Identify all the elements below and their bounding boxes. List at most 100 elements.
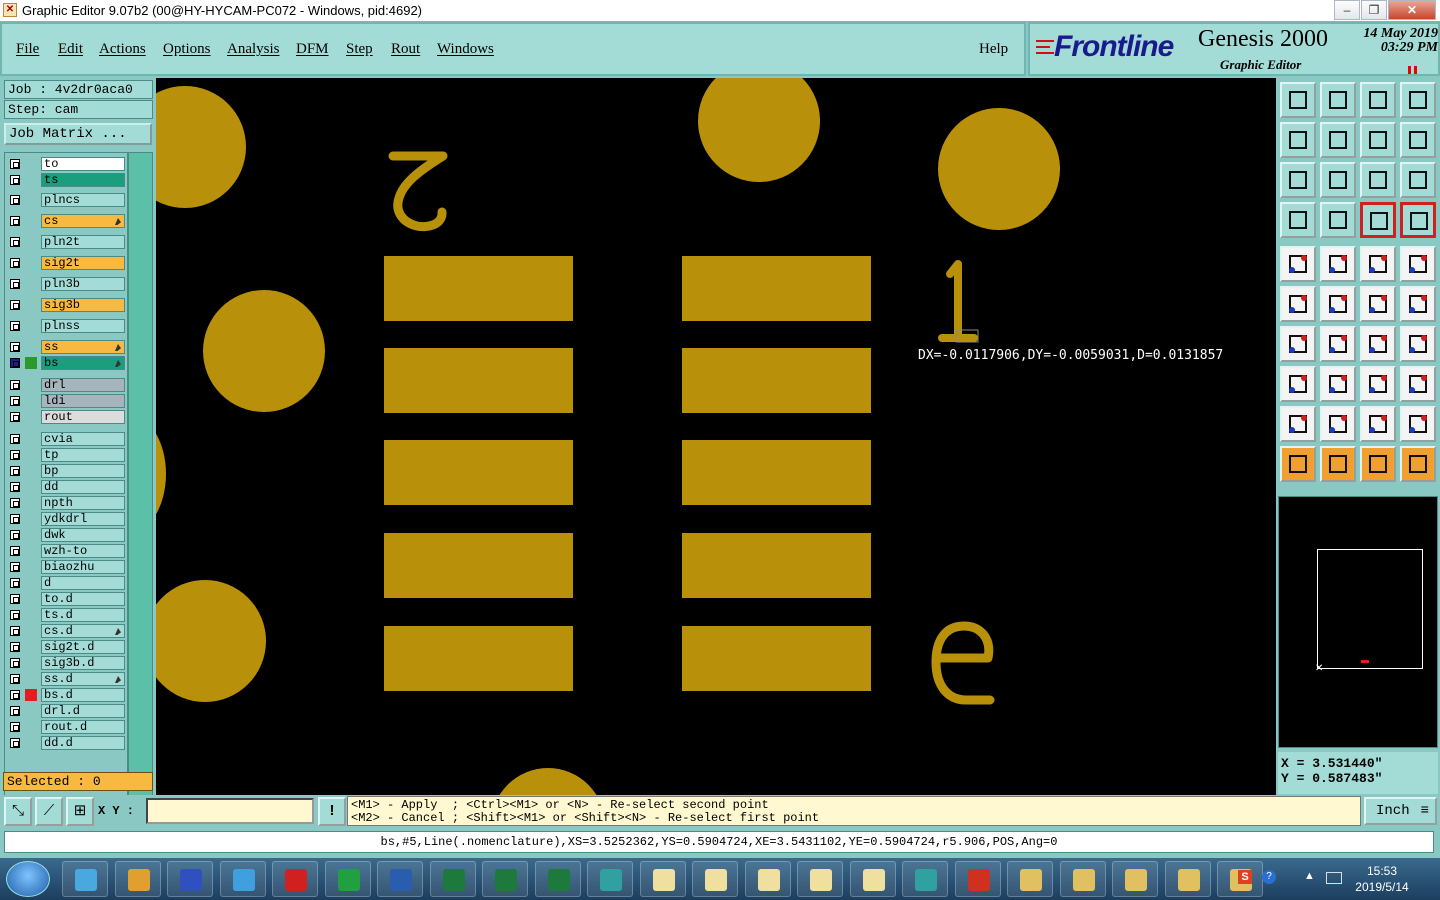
feature-select-icon[interactable]	[1360, 202, 1396, 238]
layer-row-bs-d[interactable]: bs.d	[7, 688, 127, 702]
layer-row-cs[interactable]: cs	[7, 214, 127, 228]
layer-row-dd[interactable]: dd	[7, 480, 127, 494]
layer-checkbox[interactable]	[10, 674, 20, 684]
layer-row-ss[interactable]: ss	[7, 340, 127, 354]
flip-icon[interactable]	[1400, 326, 1436, 362]
pause-icon[interactable]	[1408, 66, 1418, 74]
layer-row-ts-d[interactable]: ts.d	[7, 608, 127, 622]
layer-name[interactable]: tp	[41, 448, 125, 462]
zoom-fit-icon[interactable]: ⤡	[4, 797, 32, 826]
layer-checkbox[interactable]	[10, 434, 20, 444]
menu-options[interactable]: Options	[163, 41, 211, 58]
layer-checkbox[interactable]	[10, 300, 20, 310]
paint-icon[interactable]	[1007, 861, 1053, 897]
layer-name[interactable]: plnss	[41, 319, 125, 333]
layer-row-plnss[interactable]: plnss	[7, 319, 127, 333]
layer-name[interactable]: biaozhu	[41, 560, 125, 574]
layer-row-wzh-to[interactable]: wzh-to	[7, 544, 127, 558]
excel-icon[interactable]	[482, 861, 528, 897]
alert-icon[interactable]: !	[318, 797, 346, 826]
layer-checkbox[interactable]	[10, 396, 20, 406]
layer-name[interactable]: sig2t.d	[41, 640, 125, 654]
menu-edit[interactable]: Edit	[58, 41, 83, 58]
snap-icon[interactable]	[1400, 122, 1436, 158]
layer-checkbox[interactable]	[10, 380, 20, 390]
layer-row-npth[interactable]: npth	[7, 496, 127, 510]
layer-name[interactable]: to.d	[41, 592, 125, 606]
arc-tool-icon[interactable]	[1280, 406, 1316, 442]
ruler-icon[interactable]	[1360, 246, 1396, 282]
layer-checkbox[interactable]	[10, 738, 20, 748]
layer-checkbox[interactable]	[10, 195, 20, 205]
layer-row-cs-d[interactable]: cs.d	[7, 624, 127, 638]
arc-tool-4-icon[interactable]	[1400, 406, 1436, 442]
tray-arrow-icon[interactable]: ▲	[1304, 870, 1315, 882]
menu-analysis[interactable]: Analysis	[227, 41, 280, 58]
paint-icon[interactable]	[1164, 861, 1211, 897]
cross-icon[interactable]	[1320, 286, 1356, 322]
layer-checkbox[interactable]	[10, 358, 20, 368]
clock[interactable]: 15:53 2019/5/14	[1352, 863, 1412, 895]
select-arrow-icon[interactable]	[1280, 446, 1316, 482]
pan-left-icon[interactable]	[1280, 122, 1316, 158]
layer-row-ldi[interactable]: ldi	[7, 394, 127, 408]
layer-name[interactable]: plncs	[41, 193, 125, 207]
layer-row-ts[interactable]: ts	[7, 173, 127, 187]
layer-checkbox[interactable]	[10, 321, 20, 331]
tray-s-icon[interactable]: S	[1238, 870, 1252, 884]
excel-icon[interactable]	[429, 861, 476, 897]
line-add-icon[interactable]	[1320, 246, 1356, 282]
word-icon[interactable]	[377, 861, 423, 897]
layer-checkbox[interactable]	[10, 626, 20, 636]
job-matrix-button[interactable]: Job Matrix ...	[4, 123, 152, 145]
select-area-icon[interactable]	[1360, 446, 1396, 482]
layer-checkbox[interactable]	[10, 546, 20, 556]
menu-dfm[interactable]: DFM	[296, 41, 329, 58]
layer-row-sig3b-d[interactable]: sig3b.d	[7, 656, 127, 670]
layer-name[interactable]: ts	[41, 173, 125, 187]
layer-checkbox[interactable]	[10, 258, 20, 268]
ie-icon[interactable]	[219, 861, 266, 897]
grid-icon[interactable]: ⊞	[66, 797, 94, 826]
layer-name[interactable]: dd.d	[41, 736, 125, 750]
layer-row-drl-d[interactable]: drl.d	[7, 704, 127, 718]
menu-file[interactable]: File	[16, 41, 39, 58]
split-icon[interactable]	[1320, 366, 1356, 402]
menu-actions[interactable]: Actions	[99, 41, 146, 58]
layer-checkbox[interactable]	[10, 342, 20, 352]
layer-checkbox[interactable]	[10, 514, 20, 524]
layer-checkbox[interactable]	[10, 562, 20, 572]
genesis-window-icon[interactable]	[849, 861, 896, 897]
layer-name[interactable]: npth	[41, 496, 125, 510]
layer-name[interactable]: sig3b.d	[41, 656, 125, 670]
layer-row-bs[interactable]: bs	[7, 356, 127, 370]
slope-icon[interactable]	[1320, 326, 1356, 362]
layer-checkbox[interactable]	[10, 279, 20, 289]
menu-help[interactable]: Help	[979, 41, 1008, 58]
arc-tool-2-icon[interactable]	[1320, 406, 1356, 442]
eye-app-icon[interactable]	[902, 861, 948, 897]
genesis-window-icon[interactable]	[639, 861, 686, 897]
maximize-button[interactable]: ❐	[1361, 0, 1387, 20]
zoom-center-icon[interactable]	[1320, 162, 1356, 198]
floppy-save-icon[interactable]	[167, 861, 213, 897]
layer-name[interactable]: bp	[41, 464, 125, 478]
layer-name[interactable]: drl.d	[41, 704, 125, 718]
layer-name[interactable]: ss.d	[41, 672, 125, 686]
layer-name[interactable]: ydkdrl	[41, 512, 125, 526]
layer-name[interactable]: bs	[41, 356, 125, 370]
network-icon[interactable]	[1326, 872, 1342, 884]
unit-selector[interactable]: Inch ≡	[1364, 797, 1437, 825]
resize-icon[interactable]	[1360, 366, 1396, 402]
g-app-icon[interactable]	[272, 861, 318, 897]
pan-right-icon[interactable]	[1320, 122, 1356, 158]
layer-name[interactable]: pln3b	[41, 277, 125, 291]
measure-line-icon[interactable]	[1320, 202, 1356, 238]
layer-row-ss-d[interactable]: ss.d	[7, 672, 127, 686]
rotate-icon[interactable]	[1360, 326, 1396, 362]
xy-input[interactable]	[146, 798, 314, 824]
layer-checkbox[interactable]	[10, 658, 20, 668]
layer-row-d[interactable]: d	[7, 576, 127, 590]
tray-help-icon[interactable]: ?	[1262, 870, 1276, 884]
layer-name[interactable]: cs.d	[41, 624, 125, 638]
